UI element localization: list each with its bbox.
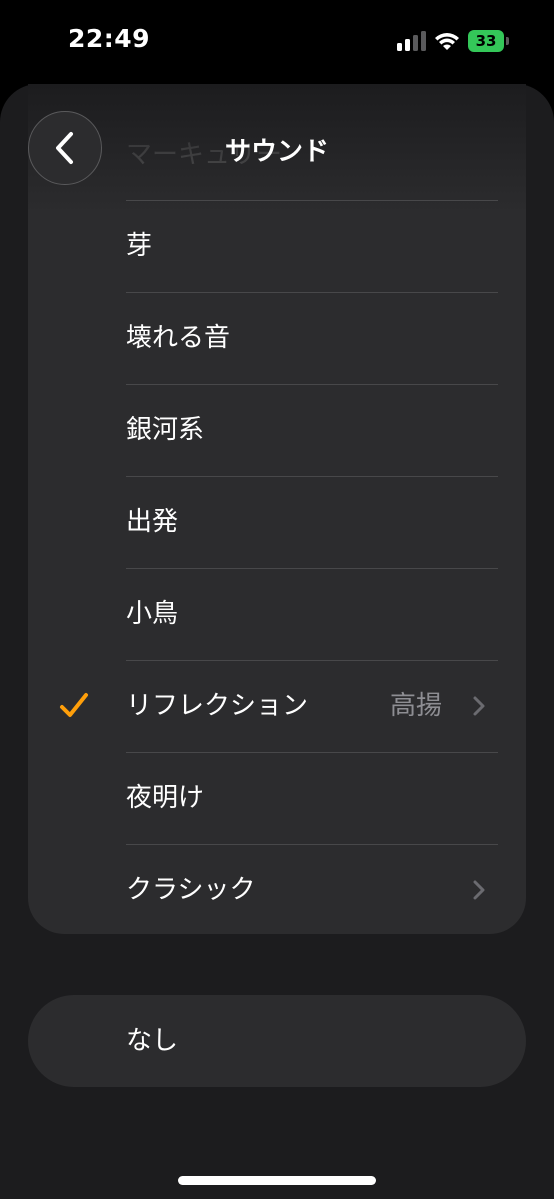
status-time: 22:49 [68,24,151,53]
status-bar: 22:49 33 [0,0,554,84]
sound-row[interactable]: クラシック [28,844,526,934]
row-divider [126,476,498,477]
checkmark-icon [60,693,88,717]
sound-row-label: 小鳥 [126,599,179,629]
sound-row-label: 壊れる音 [126,323,231,353]
wifi-icon [435,33,459,50]
sound-row-value: 高揚 [389,691,442,721]
sound-row[interactable]: 出発 [28,476,526,568]
sound-row[interactable]: 小鳥 [28,568,526,660]
sound-row-label: 芽 [126,231,153,261]
sound-row[interactable]: 銀河系 [28,384,526,476]
home-indicator[interactable] [178,1176,376,1185]
battery-indicator: 33 [468,30,510,52]
chevron-right-icon [473,696,485,716]
sound-sheet: マーキュリー 芽壊れる音 銀河系 出発 小鳥 リフレクション 高揚 夜明け クラシック サウン… [0,84,554,1199]
none-option[interactable]: なし [28,995,526,1087]
cellular-signal-icon [397,31,426,51]
row-divider [126,568,498,569]
sound-row-label: リフレクション [126,691,309,721]
sound-list-card: マーキュリー 芽壊れる音 銀河系 出発 小鳥 リフレクション 高揚 夜明け クラシック [28,84,526,934]
sound-settings-screen: 22:49 33 マーキュリー 芽壊れる音 銀河系 出発 小鳥 リフレクション 高揚 夜明け… [0,0,554,1199]
navigation-header: サウンド [0,84,554,204]
battery-level: 33 [468,30,504,52]
sound-row[interactable]: 壊れる音 [28,292,526,384]
chevron-right-icon [473,880,485,900]
none-option-label: なし [126,1026,179,1056]
sound-row[interactable]: 芽 [28,200,526,292]
sound-row-label: 出発 [126,507,179,537]
sound-row[interactable]: 夜明け [28,752,526,844]
battery-cap [506,37,509,45]
sound-row[interactable]: リフレクション 高揚 [28,660,526,752]
sound-row-label: 銀河系 [126,415,205,445]
sound-row-label: 夜明け [126,783,205,813]
sound-row-label: クラシック [126,875,256,905]
page-title: サウンド [224,137,329,167]
